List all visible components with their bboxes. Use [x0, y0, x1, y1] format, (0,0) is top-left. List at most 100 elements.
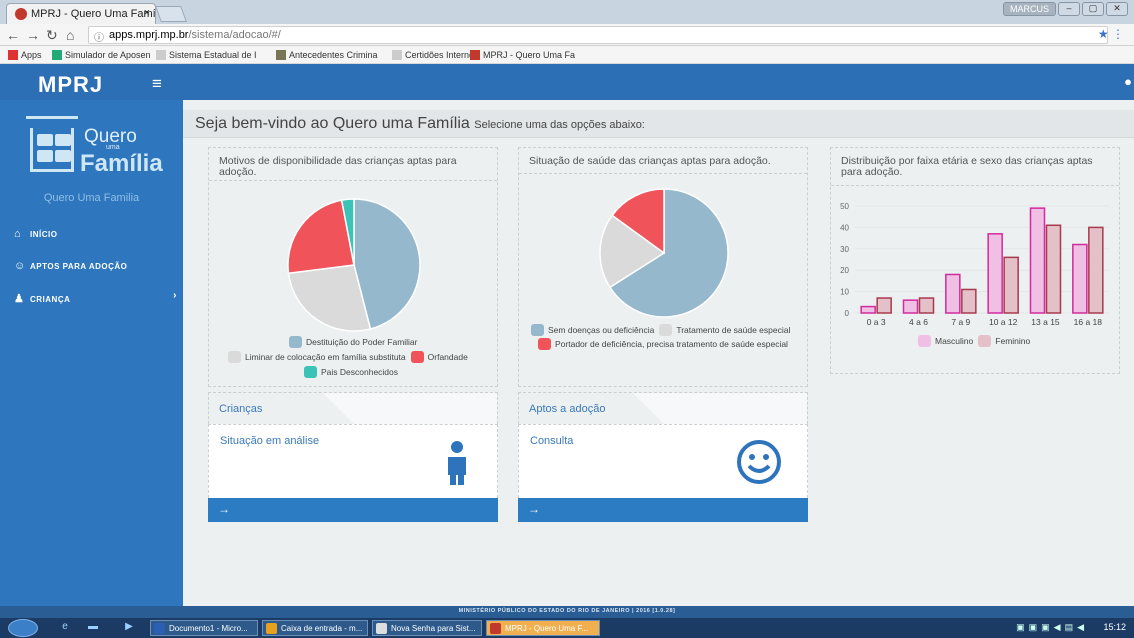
- bar[interactable]: [987, 233, 1003, 314]
- bookmark-icon: [470, 50, 480, 60]
- bookmark-icon: [52, 50, 62, 60]
- bar[interactable]: [945, 273, 961, 314]
- tab-close-icon[interactable]: ×: [144, 7, 150, 19]
- bar[interactable]: [1003, 256, 1019, 314]
- legend-item: Masculino Feminino: [913, 335, 1030, 347]
- app-icon: [266, 623, 277, 634]
- chart-panel-faixa-etaria: Distribuição por faixa etária e sexo das…: [830, 147, 1120, 374]
- windows-taskbar: e ▬ ▶ Documento1 - Micro... Caixa de entr…: [0, 618, 1134, 638]
- card-aptos-go-button[interactable]: →: [518, 498, 808, 522]
- taskbar-item[interactable]: MPRJ - Quero Uma F...: [486, 620, 600, 636]
- y-tick-label: 0: [845, 309, 850, 316]
- ie-icon[interactable]: e: [58, 621, 72, 635]
- card-body: Situação em análise: [208, 424, 498, 498]
- bookmark-item[interactable]: Sistema Estadual de I: [156, 50, 257, 60]
- window-controls: MARCUS – ▢ ✕: [1002, 2, 1128, 16]
- chart-panel-saude: Situação de saúde das crianças aptas par…: [518, 147, 808, 387]
- bookmark-item[interactable]: Certidões Internet: [392, 50, 477, 60]
- welcome-title: Seja bem-vindo ao Quero uma Família: [195, 115, 470, 132]
- sidebar-item-inicio[interactable]: ⌂ INÍCIO: [0, 218, 183, 250]
- bookmark-label: Antecedentes Crimina: [289, 50, 378, 60]
- browser-tab-strip: MPRJ - Quero Uma Famí × MARCUS – ▢ ✕: [0, 0, 1134, 24]
- new-tab-button[interactable]: [155, 6, 187, 22]
- app-header: MPRJ ≡ ●: [0, 64, 1134, 100]
- legend-label: Destituição do Poder Familiar: [306, 337, 418, 347]
- bar[interactable]: [918, 297, 935, 314]
- address-bar[interactable]: ⓘ apps.mprj.mp.br/sistema/adocao/#/: [88, 26, 1108, 44]
- card-criancas-go-button[interactable]: →: [208, 498, 498, 522]
- browser-tab[interactable]: MPRJ - Quero Uma Famí ×: [6, 3, 156, 24]
- bar[interactable]: [860, 305, 876, 314]
- taskbar-item-label: Caixa de entrada - m...: [281, 624, 363, 633]
- taskbar-item[interactable]: Caixa de entrada - m...: [262, 620, 368, 636]
- bar[interactable]: [1072, 243, 1088, 314]
- consulta-link[interactable]: Consulta: [530, 435, 573, 447]
- start-button[interactable]: [8, 619, 38, 637]
- legend-label: Portador de deficiência, precisa tratame…: [555, 339, 788, 349]
- back-arrow-icon[interactable]: ←: [6, 27, 20, 43]
- child-icon: ♟: [14, 293, 25, 305]
- bar[interactable]: [961, 288, 977, 314]
- bookmark-star-icon[interactable]: ★ ⋮: [1098, 27, 1124, 41]
- sidebar-item-crianca[interactable]: ♟ CRIANÇA ›: [0, 282, 183, 314]
- x-tick-label: 10 a 12: [988, 317, 1018, 327]
- y-tick-label: 40: [840, 223, 849, 232]
- system-tray-icons[interactable]: ▣▣▣◀▤◀: [1016, 622, 1088, 633]
- explorer-icon[interactable]: ▬: [86, 621, 100, 635]
- bookmark-item[interactable]: Antecedentes Crimina: [276, 50, 378, 60]
- close-window-button[interactable]: ✕: [1106, 2, 1128, 16]
- child-figure-icon: [448, 441, 466, 485]
- legend-swatch: [531, 324, 544, 336]
- situacao-analise-link[interactable]: Situação em análise: [220, 435, 319, 447]
- bookmark-icon: [276, 50, 286, 60]
- bookmark-icon: [392, 50, 402, 60]
- bar[interactable]: [1045, 224, 1062, 314]
- bookmark-item[interactable]: Simulador de Aposen: [52, 50, 151, 60]
- toolbar: ← → ↻ ⌂ ⓘ apps.mprj.mp.br/sistema/adocao…: [0, 24, 1134, 46]
- url-host: apps.mprj.mp.br: [109, 29, 189, 41]
- legend-item: Sem doenças ou deficiência Tratamento de …: [526, 324, 790, 336]
- info-icon[interactable]: ⓘ: [94, 29, 104, 44]
- hamburger-menu-icon[interactable]: ≡: [152, 74, 162, 94]
- sidebar-menu: ⌂ INÍCIO ☺ APTOS PARA ADOÇÃO ♟ CRIANÇA ›: [0, 218, 183, 314]
- legend-label: Sem doenças ou deficiência: [548, 325, 655, 335]
- user-icon[interactable]: ●: [1124, 74, 1132, 89]
- bookmark-item[interactable]: Apps: [8, 50, 42, 60]
- legend-label: Masculino: [935, 336, 974, 346]
- mprj-logo[interactable]: MPRJ: [38, 72, 103, 98]
- bar[interactable]: [876, 297, 892, 314]
- bar[interactable]: [902, 299, 919, 314]
- card-criancas: Crianças Situação em análise →: [208, 392, 498, 523]
- taskbar-item[interactable]: Nova Senha para Sist...: [372, 620, 482, 636]
- card-header: Crianças: [208, 392, 498, 424]
- bookmark-label: Apps: [21, 50, 42, 60]
- app-icon: [376, 623, 387, 634]
- profile-badge[interactable]: MARCUS: [1002, 2, 1056, 16]
- bookmark-item[interactable]: MPRJ - Quero Uma Fa: [470, 50, 575, 60]
- x-tick-label: 4 a 6: [909, 317, 928, 327]
- panel-title: Situação de saúde das crianças aptas par…: [529, 155, 771, 167]
- x-tick-label: 13 a 15: [1031, 317, 1060, 327]
- logo-block: [55, 150, 71, 162]
- bar[interactable]: [1029, 207, 1046, 314]
- url-path: /sistema/adocao/#/: [188, 29, 281, 41]
- site-favicon-icon: [15, 8, 27, 20]
- sidebar-item-aptos[interactable]: ☺ APTOS PARA ADOÇÃO: [0, 250, 183, 282]
- bookmark-label: MPRJ - Quero Uma Fa: [483, 50, 576, 60]
- bar[interactable]: [1088, 226, 1104, 314]
- app-icon: [154, 623, 165, 634]
- reload-icon[interactable]: ↻: [46, 27, 58, 44]
- forward-arrow-icon[interactable]: →: [26, 27, 40, 43]
- x-tick-label: 16 a 18: [1073, 317, 1102, 327]
- legend-swatch: [978, 335, 992, 347]
- taskbar-item[interactable]: Documento1 - Micro...: [150, 620, 258, 636]
- y-tick-label: 10: [840, 288, 849, 297]
- media-player-icon[interactable]: ▶: [122, 621, 136, 635]
- home-icon[interactable]: ⌂: [66, 27, 74, 43]
- y-tick-label: 20: [840, 266, 849, 275]
- maximize-button[interactable]: ▢: [1082, 2, 1104, 16]
- x-tick-label: 0 a 3: [866, 317, 886, 327]
- legend-swatch: [228, 351, 241, 363]
- card-title: Crianças: [219, 403, 263, 415]
- minimize-button[interactable]: –: [1058, 2, 1080, 16]
